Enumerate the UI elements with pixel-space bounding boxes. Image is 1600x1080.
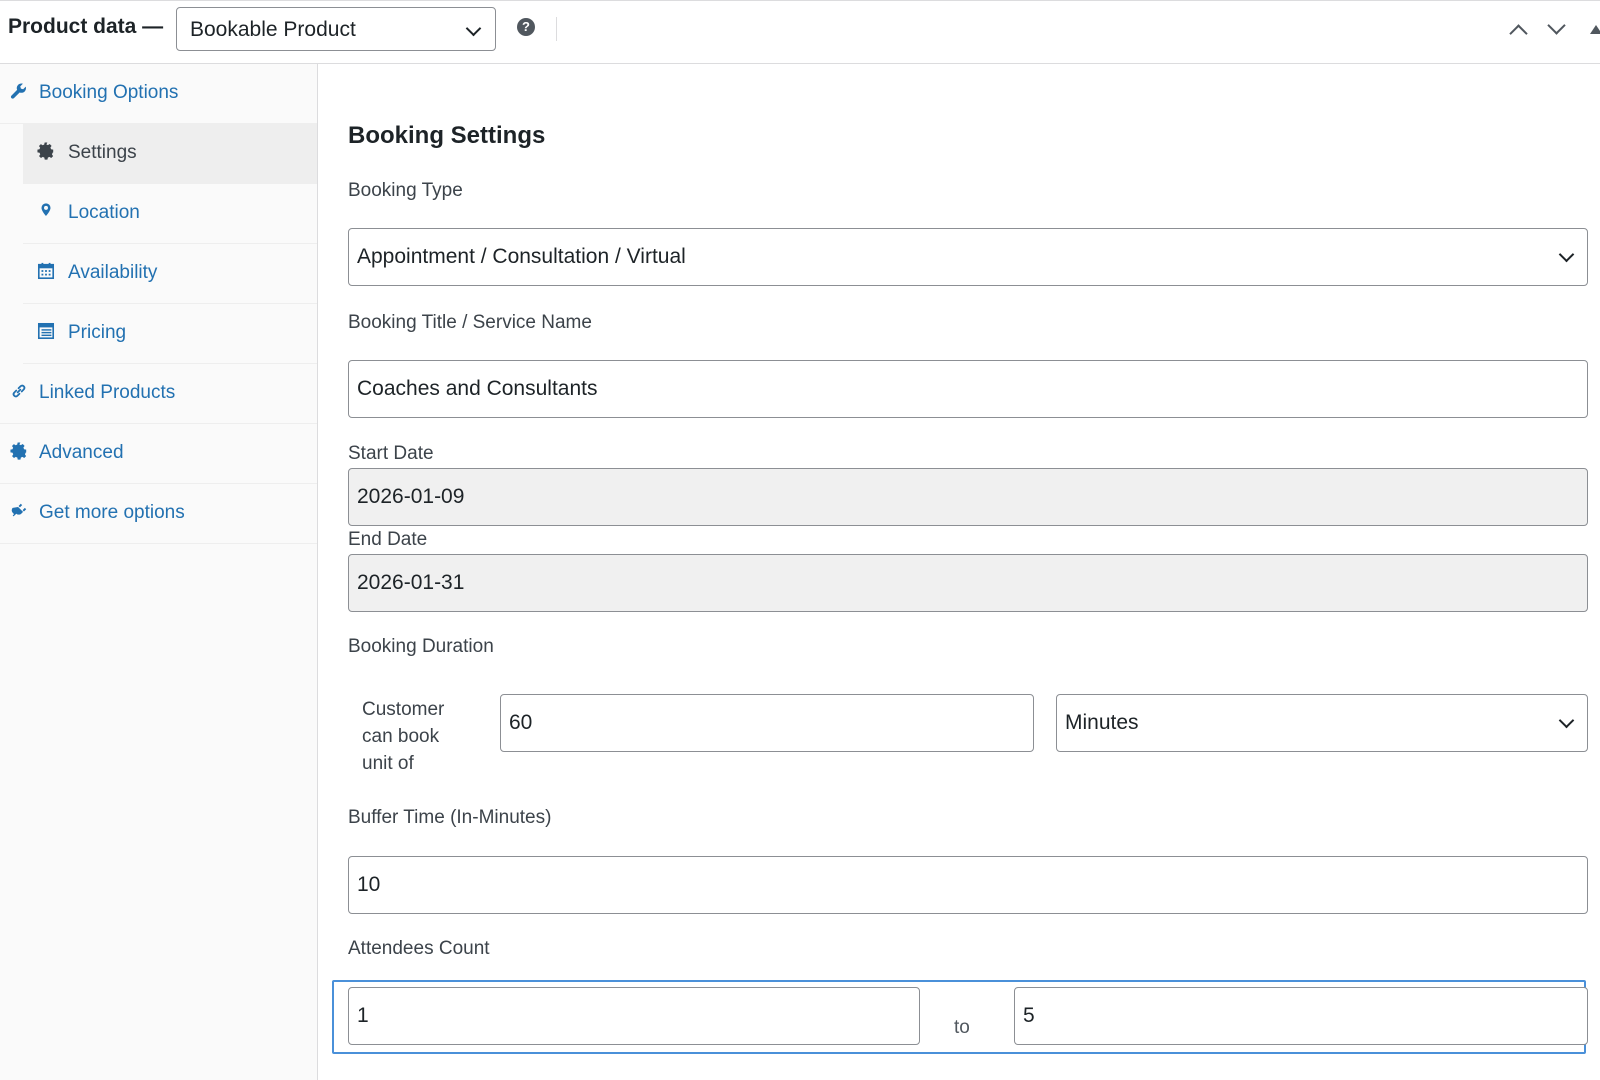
calendar-icon (37, 262, 55, 280)
attendees-min-input[interactable]: 1 (348, 987, 920, 1045)
chevron-down-icon (1558, 712, 1575, 729)
duration-unit-select[interactable]: Minutes (1056, 694, 1588, 752)
tab-label: Booking Options (39, 82, 179, 103)
tab-get-more-options[interactable]: Get more options (0, 484, 317, 544)
duration-input[interactable]: 60 (500, 694, 1034, 752)
booking-type-label: Booking Type (348, 180, 463, 201)
help-icon[interactable]: ? (517, 18, 535, 36)
link-icon (12, 384, 26, 398)
tab-pricing[interactable]: Pricing (23, 304, 317, 364)
tab-linked-products[interactable]: Linked Products (0, 364, 317, 424)
chevron-down-icon (1558, 246, 1575, 263)
tab-label: Linked Products (39, 382, 176, 403)
booking-title-value: Coaches and Consultants (357, 377, 598, 400)
tab-label: Location (68, 202, 140, 223)
tab-label: Advanced (39, 442, 124, 463)
tab-advanced[interactable]: Advanced (0, 424, 317, 484)
gear-icon (37, 142, 54, 160)
start-date-value: 2026-01-09 (357, 485, 465, 508)
buffer-time-value: 10 (357, 873, 381, 896)
attendees-min-value: 1 (357, 1004, 369, 1027)
table-icon (37, 322, 55, 340)
tab-settings[interactable]: Settings (23, 124, 317, 184)
plugin-icon (11, 503, 27, 517)
buffer-time-label: Buffer Time (In-Minutes) (348, 807, 552, 828)
duration-value: 60 (509, 711, 533, 734)
product-data-header: Product data — Bookable Product ? (0, 0, 1600, 64)
end-date-value: 2026-01-31 (357, 571, 465, 594)
start-date-input[interactable]: 2026-01-09 (348, 468, 1588, 526)
product-type-select[interactable]: Bookable Product (176, 7, 496, 51)
tab-label: Get more options (39, 502, 185, 523)
tab-availability[interactable]: Availability (23, 244, 317, 304)
duration-unit-label: Customer can book unit of (362, 699, 445, 774)
chevron-down-icon (465, 20, 482, 37)
map-pin-icon (41, 203, 51, 216)
move-down-icon[interactable] (1547, 16, 1566, 35)
attendees-max-value: 5 (1023, 1004, 1035, 1027)
product-type-value: Bookable Product (190, 18, 356, 41)
attendees-label: Attendees Count (348, 938, 490, 959)
attendees-to-label: to (954, 1017, 970, 1038)
booking-title-label: Booking Title / Service Name (348, 312, 592, 333)
booking-title-input[interactable]: Coaches and Consultants (348, 360, 1588, 418)
header-divider (556, 17, 557, 41)
wrench-icon (10, 83, 26, 99)
toggle-panel-icon[interactable] (1590, 25, 1600, 34)
tab-booking-options[interactable]: Booking Options (0, 64, 317, 124)
section-title: Booking Settings (348, 122, 546, 149)
booking-type-select[interactable]: Appointment / Consultation / Virtual (348, 228, 1588, 286)
booking-type-value: Appointment / Consultation / Virtual (357, 245, 686, 268)
tab-label: Settings (68, 142, 137, 163)
product-data-tabs: Booking Options Settings Location Availa… (0, 64, 318, 1080)
booking-duration-label: Booking Duration (348, 636, 494, 657)
attendees-max-input[interactable]: 5 (1014, 987, 1588, 1045)
move-up-icon[interactable] (1509, 24, 1528, 43)
tab-label: Availability (68, 262, 158, 283)
end-date-label: End Date (348, 529, 428, 550)
tab-location[interactable]: Location (23, 184, 317, 244)
booking-settings-panel: Booking Settings Booking Type Appointmen… (318, 64, 1600, 1080)
duration-unit-value: Minutes (1065, 711, 1139, 734)
buffer-time-input[interactable]: 10 (348, 856, 1588, 914)
product-data-title: Product data — (8, 15, 164, 38)
tab-label: Pricing (68, 322, 127, 343)
end-date-input[interactable]: 2026-01-31 (348, 554, 1588, 612)
gear-icon (10, 442, 27, 460)
start-date-label: Start Date (348, 443, 434, 464)
